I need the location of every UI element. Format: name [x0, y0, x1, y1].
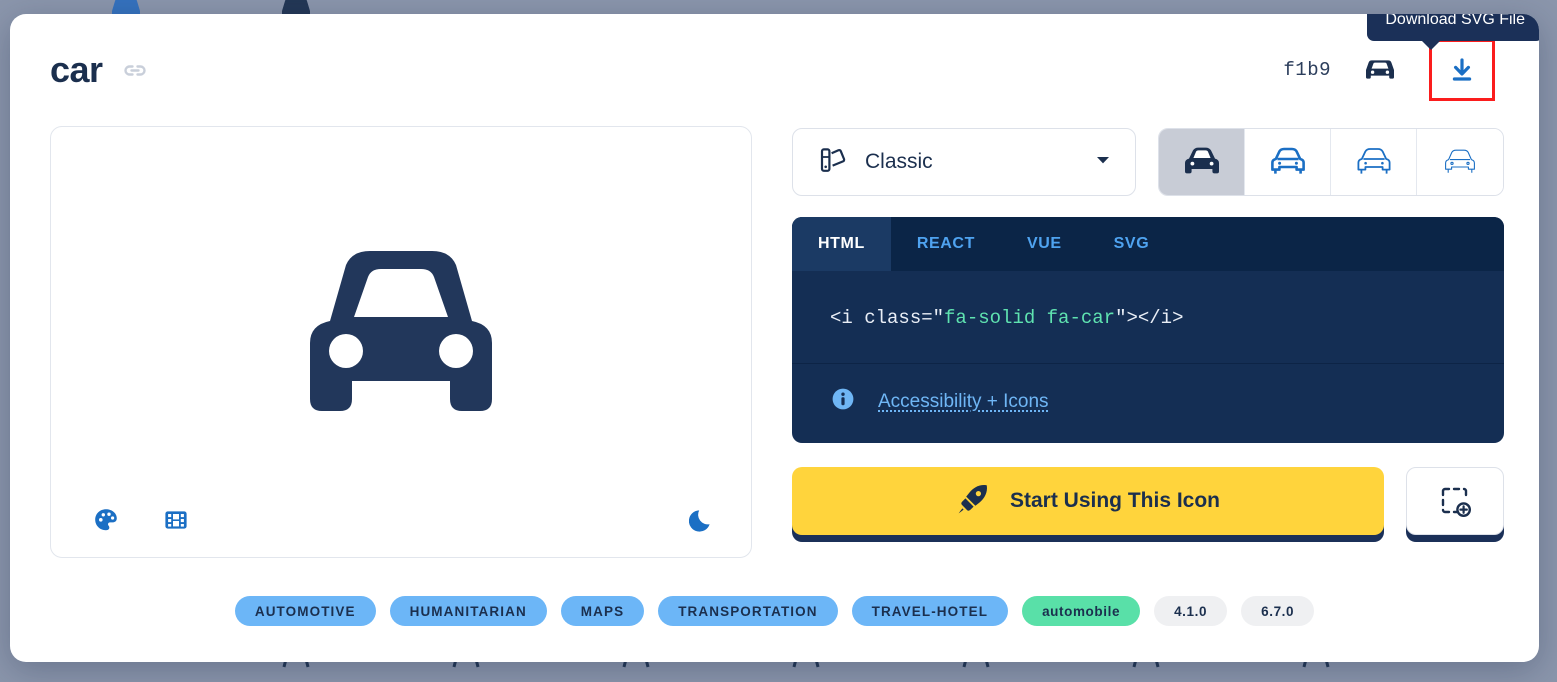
- preview-tools-right: [689, 507, 715, 533]
- icon-weight-switcher: [1158, 128, 1504, 196]
- download-tooltip: Download SVG File: [1367, 14, 1539, 50]
- code-tabs: HTML REACT VUE SVG: [792, 217, 1504, 271]
- tag-automotive[interactable]: AUTOMOTIVE: [234, 596, 376, 626]
- tag-maps[interactable]: MAPS: [560, 596, 645, 626]
- preview-tools-left: [93, 507, 189, 533]
- modal-header: car f1b9 Download SVG File: [10, 14, 1539, 126]
- tab-html[interactable]: HTML: [792, 217, 891, 271]
- tab-vue[interactable]: VUE: [1001, 217, 1088, 271]
- chevron-down-icon: [1093, 150, 1113, 175]
- info-circle-icon: [830, 386, 856, 417]
- code-suffix: "></i>: [1115, 307, 1184, 329]
- code-prefix: <i class=": [830, 307, 945, 329]
- code-snippet[interactable]: <i class="fa-solid fa-car"></i>: [792, 271, 1504, 364]
- tab-react[interactable]: REACT: [891, 217, 1001, 271]
- weight-option-solid[interactable]: [1159, 129, 1245, 195]
- weight-option-light[interactable]: [1331, 129, 1417, 195]
- start-using-label: Start Using This Icon: [1009, 489, 1221, 512]
- tab-svg[interactable]: SVG: [1088, 217, 1176, 271]
- add-to-kit-icon: [1441, 487, 1472, 518]
- tag-travel-hotel[interactable]: TRAVEL-HOTEL: [851, 596, 1009, 626]
- tags-row: AUTOMOTIVE HUMANITARIAN MAPS TRANSPORTAT…: [10, 596, 1539, 626]
- tag-version-4-1-0[interactable]: 4.1.0: [1154, 596, 1228, 626]
- moon-icon[interactable]: [689, 507, 715, 533]
- code-classes: fa-solid fa-car: [944, 307, 1116, 329]
- modal-header-right: f1b9: [1283, 39, 1495, 101]
- icon-detail-modal: car f1b9 Download SVG File Classic HTML …: [10, 14, 1539, 662]
- modal-body: Classic HTML REACT VUE SVG <i class="fa-…: [10, 126, 1539, 558]
- add-to-kit-button[interactable]: [1406, 467, 1504, 535]
- modal-header-left: car: [50, 49, 149, 91]
- start-using-this-icon-button[interactable]: Start Using This Icon: [792, 467, 1384, 535]
- page-title: car: [50, 49, 103, 90]
- unicode-value: f1b9: [1283, 59, 1331, 81]
- tag-version-6-7-0[interactable]: 6.7.0: [1241, 596, 1315, 626]
- cta-row: Start Using This Icon: [792, 464, 1504, 535]
- link-icon[interactable]: [121, 56, 149, 84]
- tag-transportation[interactable]: TRANSPORTATION: [658, 596, 838, 626]
- tag-humanitarian[interactable]: HUMANITARIAN: [389, 596, 547, 626]
- swatchbook-icon: [819, 146, 847, 179]
- icon-preview-panel: [50, 126, 752, 558]
- tag-alias-automobile[interactable]: automobile: [1022, 596, 1141, 626]
- accessibility-row: Accessibility + Icons: [792, 364, 1504, 443]
- icon-options-column: Classic HTML REACT VUE SVG <i class="fa-…: [792, 126, 1504, 535]
- code-panel: HTML REACT VUE SVG <i class="fa-solid fa…: [792, 217, 1504, 443]
- car-solid-icon: [51, 247, 751, 433]
- palette-icon[interactable]: [93, 507, 119, 533]
- film-icon[interactable]: [163, 507, 189, 533]
- accessibility-link[interactable]: Accessibility + Icons: [878, 391, 1049, 413]
- car-glyph-icon: [1361, 55, 1399, 85]
- download-icon: [1452, 58, 1472, 81]
- style-controls-row: Classic: [792, 128, 1504, 196]
- style-select[interactable]: Classic: [792, 128, 1136, 196]
- style-select-value: Classic: [865, 150, 933, 173]
- rocket-icon: [956, 482, 990, 521]
- weight-option-thin[interactable]: [1417, 129, 1503, 195]
- weight-option-regular[interactable]: [1245, 129, 1331, 195]
